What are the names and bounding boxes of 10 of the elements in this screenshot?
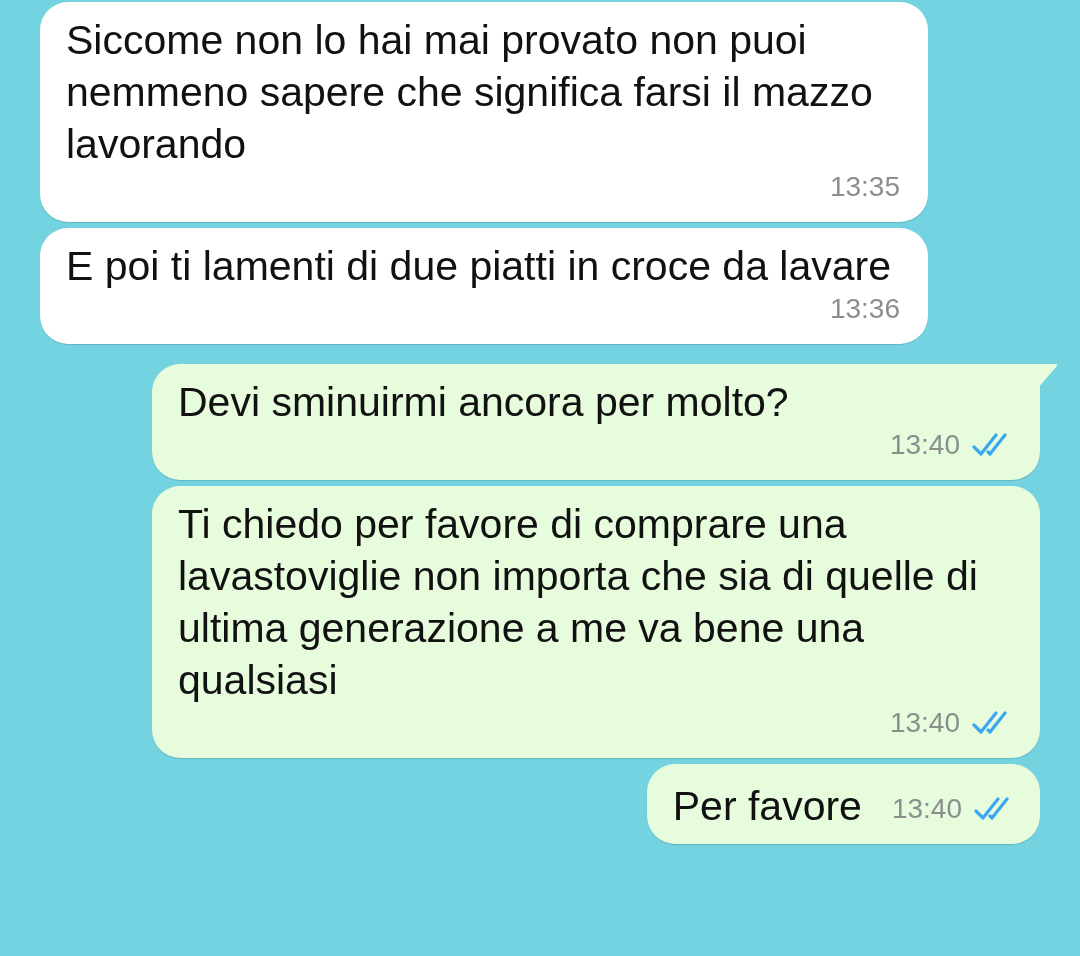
- message-time: 13:40: [889, 428, 960, 462]
- message-time: 13:40: [891, 792, 962, 826]
- message-text: Devi sminuirmi ancora per molto?: [178, 378, 790, 427]
- message-time: 13:40: [889, 706, 960, 740]
- message-time: 13:36: [829, 292, 900, 326]
- message-text: E poi ti lamenti di due piatti in croce da lavare: [66, 242, 892, 291]
- message-text: Per favore: [672, 782, 862, 831]
- message-text: Siccome non lo hai mai provato non puoi nemmeno sapere che significa farsi il mazzo lavorando: [66, 16, 874, 169]
- message-text: Ti chiedo per favore di comprare una lavastoviglie non importa che sia di quelle di ultima generazione a me va bene una qualsiasi: [178, 500, 979, 705]
- message-time: 13:35: [829, 170, 900, 204]
